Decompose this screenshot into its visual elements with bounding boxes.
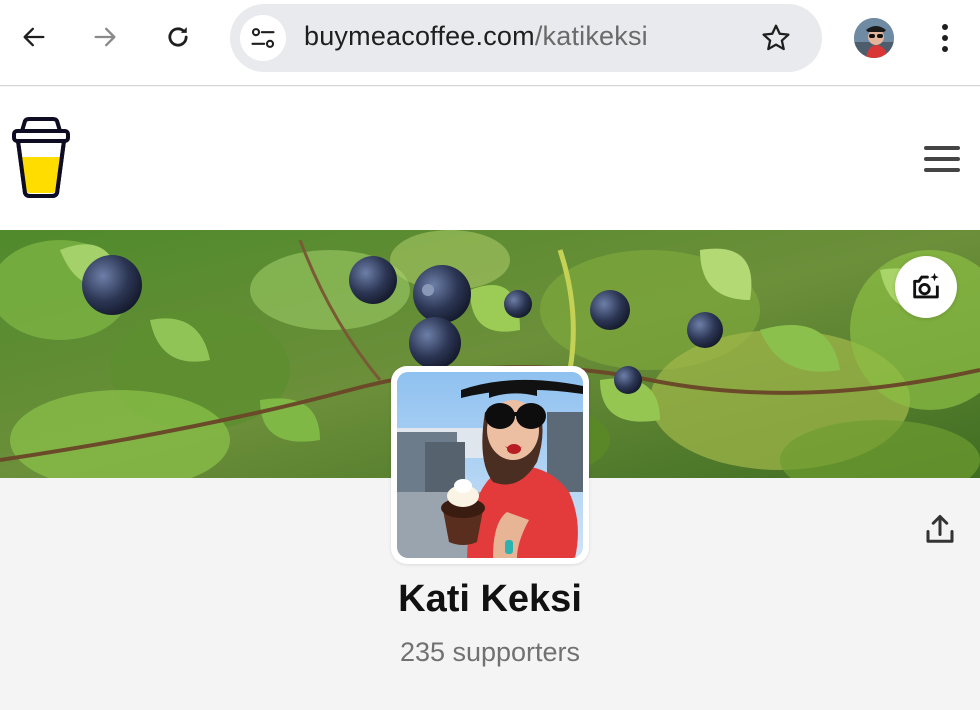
reload-icon	[168, 27, 188, 47]
creator-name: Kati Keksi	[398, 578, 582, 620]
back-arrow-icon	[23, 27, 45, 47]
back-button[interactable]	[14, 17, 54, 57]
browser-toolbar: buymeacoffee.com/katikeksi	[0, 0, 980, 86]
buy-me-a-coffee-logo[interactable]	[12, 117, 70, 199]
forward-button[interactable]	[85, 17, 125, 57]
address-bar[interactable]: buymeacoffee.com/katikeksi	[230, 4, 822, 72]
star-icon[interactable]	[760, 22, 792, 54]
site-info-button[interactable]	[240, 15, 286, 61]
site-info-icon	[251, 28, 275, 48]
url-text[interactable]: buymeacoffee.com/katikeksi	[304, 21, 648, 52]
url-path: /katikeksi	[534, 21, 648, 51]
creator-avatar[interactable]	[391, 366, 589, 564]
forward-arrow-icon	[94, 27, 116, 47]
profile-photo	[854, 18, 894, 58]
share-icon[interactable]	[922, 512, 958, 548]
creator-photo	[397, 372, 583, 558]
hamburger-menu-icon[interactable]	[922, 144, 962, 174]
reload-button[interactable]	[158, 17, 198, 57]
supporters-count: 235 supporters	[399, 637, 581, 667]
change-cover-button[interactable]	[895, 256, 957, 318]
url-domain: buymeacoffee.com	[304, 21, 535, 51]
camera-add-icon	[913, 272, 939, 299]
browser-profile-avatar[interactable]	[854, 18, 894, 58]
kebab-menu-icon[interactable]	[930, 20, 960, 56]
site-header	[0, 87, 980, 230]
